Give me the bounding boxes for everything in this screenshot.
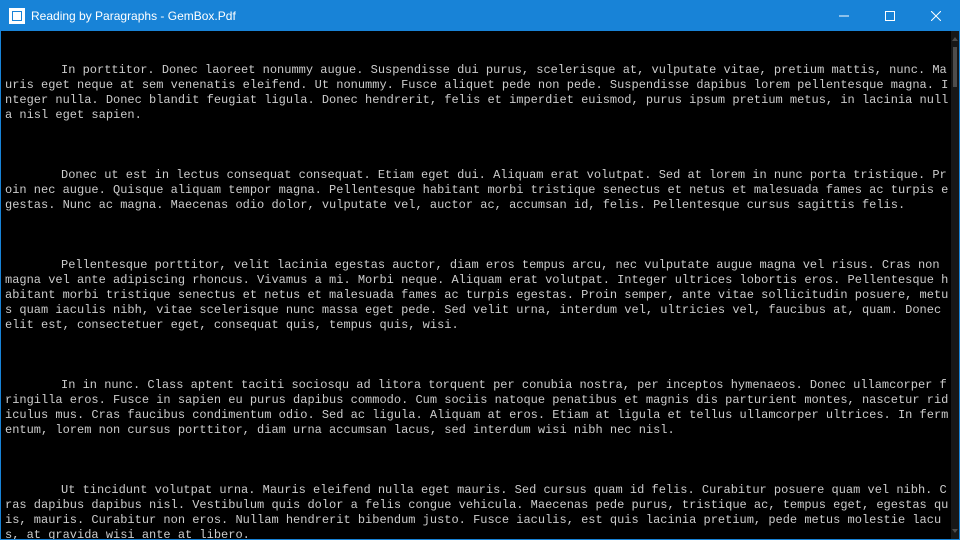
app-icon [9,8,25,24]
paragraph: In porttitor. Donec laoreet nonummy augu… [5,63,951,123]
vertical-scrollbar[interactable] [951,31,959,539]
paragraph: In in nunc. Class aptent taciti sociosqu… [5,378,951,438]
chevron-up-icon [951,35,959,43]
minimize-icon [839,11,849,21]
app-window: Reading by Paragraphs - GemBox.Pdf In po… [0,0,960,540]
maximize-icon [885,11,895,21]
console-output[interactable]: In porttitor. Donec laoreet nonummy augu… [1,31,951,539]
scrollbar-thumb[interactable] [953,47,957,87]
close-button[interactable] [913,1,959,31]
titlebar[interactable]: Reading by Paragraphs - GemBox.Pdf [1,1,959,31]
maximize-button[interactable] [867,1,913,31]
window-title: Reading by Paragraphs - GemBox.Pdf [31,9,236,23]
scroll-down-button[interactable] [951,523,959,539]
paragraph: Ut tincidunt volutpat urna. Mauris eleif… [5,483,951,539]
scroll-up-button[interactable] [951,31,959,47]
scrollbar-track[interactable] [951,47,959,523]
client-area: In porttitor. Donec laoreet nonummy augu… [1,31,959,539]
minimize-button[interactable] [821,1,867,31]
close-icon [931,11,941,21]
chevron-down-icon [951,527,959,535]
paragraph: Pellentesque porttitor, velit lacinia eg… [5,258,951,333]
paragraph: Donec ut est in lectus consequat consequ… [5,168,951,213]
